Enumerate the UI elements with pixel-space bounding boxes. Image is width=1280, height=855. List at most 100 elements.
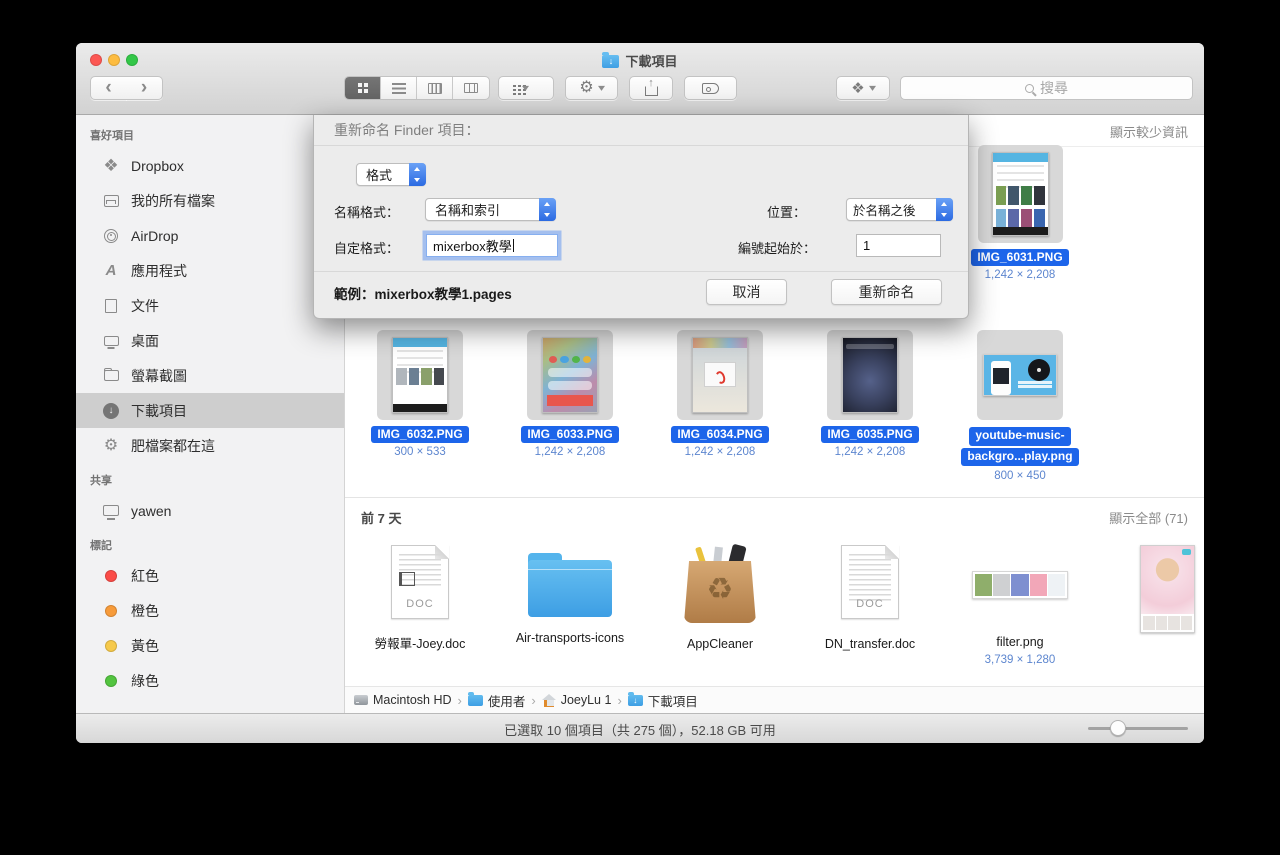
thumbnail-img-6035 [842, 337, 898, 413]
file-item-img-6032[interactable]: IMG_6032.PNG 300 × 533 [345, 330, 495, 458]
downloads-glyph: ↓ [103, 403, 119, 419]
file-name-label: IMG_6034.PNG [671, 426, 768, 443]
file-item-youtube-music[interactable]: youtube-music- backgro...play.png 800 × … [945, 330, 1095, 482]
dialog-divider [314, 271, 968, 272]
sidebar-item-label: 應用程式 [131, 261, 187, 281]
forward-icon: › [141, 77, 147, 99]
path-item-downloads[interactable]: ↓ 下載項目 [628, 691, 698, 710]
thumbnail-selection-background [527, 330, 613, 420]
file-name-label: IMG_6035.PNG [821, 426, 918, 443]
file-name-label: Air-transports-icons [515, 629, 625, 647]
icon-size-slider[interactable] [1088, 727, 1188, 730]
downloads-folder-icon: ↓ [628, 695, 643, 706]
display-glyph [103, 505, 119, 516]
list-view-button[interactable] [381, 77, 417, 99]
start-number-input[interactable]: 1 [856, 234, 941, 257]
sidebar-item-airdrop[interactable]: AirDrop [76, 218, 344, 253]
thumbnail-selection-background [677, 330, 763, 420]
sidebar-item-screenshots[interactable]: 螢幕截圖 [76, 358, 344, 393]
file-name-label: IMG_6031.PNG [971, 249, 1068, 266]
file-item-air-transports-icons[interactable]: Air-transports-icons [495, 545, 645, 647]
chevron-down-icon: ▾ [869, 83, 876, 94]
cancel-button-label: 取消 [733, 282, 761, 302]
format-popup-value: 格式 [366, 165, 392, 184]
back-button[interactable]: ‹ [90, 76, 127, 100]
file-item-partial[interactable] [1140, 545, 1195, 633]
users-folder-icon [468, 695, 483, 706]
arrange-button[interactable]: ▾ [498, 76, 554, 100]
slider-knob[interactable] [1110, 720, 1126, 736]
sidebar-item-tag-red[interactable]: 紅色 [76, 558, 344, 593]
custom-format-input[interactable]: mixerbox教學 [426, 234, 558, 257]
sidebar-item-applications[interactable]: A 應用程式 [76, 253, 344, 288]
doc-badge: DOC [392, 598, 448, 610]
path-item-label: Macintosh HD [373, 693, 452, 707]
tag-icon [702, 83, 719, 94]
sidebar-item-tag-yellow[interactable]: 黃色 [76, 628, 344, 663]
file-item-dn-transfer-doc[interactable]: DOC DN_transfer.doc [795, 545, 945, 653]
gear-glyph: ⚙ [104, 438, 118, 454]
path-item-macintosh-hd[interactable]: Macintosh HD [354, 693, 452, 707]
coverflow-view-icon [464, 83, 478, 93]
icon-view-button[interactable] [345, 77, 381, 99]
thumbnail-filter-png [972, 571, 1068, 599]
file-name-label: IMG_6032.PNG [371, 426, 468, 443]
forward-button[interactable]: › [126, 76, 163, 100]
all-files-icon [102, 192, 120, 210]
file-dimensions: 300 × 533 [345, 446, 495, 458]
rename-button[interactable]: 重新命名 [831, 279, 942, 305]
path-separator-icon: › [617, 693, 621, 708]
path-item-users[interactable]: 使用者 [468, 691, 526, 710]
chevron-down-icon: ▾ [598, 83, 605, 94]
screenshot-art [843, 338, 897, 412]
sidebar-item-desktop[interactable]: 桌面 [76, 323, 344, 358]
thumbnail-img-6032 [392, 337, 448, 413]
thumbnail-img-6033 [542, 337, 598, 413]
file-name-label-line2: backgro...play.png [961, 448, 1078, 467]
file-item-img-6034[interactable]: IMG_6034.PNG 1,242 × 2,208 [645, 330, 795, 458]
thumbnail-youtube-music [983, 354, 1057, 396]
edit-tags-button[interactable] [684, 76, 737, 100]
sidebar-item-tag-green[interactable]: 綠色 [76, 663, 344, 698]
sidebar-item-fat-files[interactable]: ⚙ 肥檔案都在這 [76, 428, 344, 463]
orange-dot [105, 605, 117, 617]
sidebar-item-all-files[interactable]: 我的所有檔案 [76, 183, 344, 218]
position-popup[interactable]: 於名稱之後 [846, 198, 953, 221]
format-popup[interactable]: 格式 [356, 163, 426, 186]
file-item-appcleaner[interactable]: ♻ AppCleaner [645, 545, 795, 653]
sidebar-item-dropbox[interactable]: ❖ Dropbox [76, 148, 344, 183]
sidebar-item-label: 橙色 [131, 601, 159, 621]
smart-folder-gear-icon: ⚙ [102, 437, 120, 455]
file-item-img-6033[interactable]: IMG_6033.PNG 1,242 × 2,208 [495, 330, 645, 458]
grid-view-icon [358, 83, 362, 87]
file-name-label: DN_transfer.doc [795, 635, 945, 653]
sidebar-item-documents[interactable]: 文件 [76, 288, 344, 323]
sidebar-item-tag-orange[interactable]: 橙色 [76, 593, 344, 628]
file-item-laobaodan-doc[interactable]: DOC 勞報單-Joey.doc [345, 545, 495, 653]
file-item-filter-png[interactable]: filter.png 3,739 × 1,280 [945, 545, 1095, 666]
search-input[interactable]: 搜尋 [900, 76, 1193, 100]
show-all-link[interactable]: 顯示全部 (71) [1109, 508, 1188, 527]
section-title-last7days: 前 7 天 [361, 508, 401, 527]
show-less-info-link[interactable]: 顯示較少資訊 [1110, 122, 1188, 141]
rename-button-label: 重新命名 [859, 282, 915, 302]
position-label: 位置： [767, 202, 806, 221]
path-item-joeylu1[interactable]: JoeyLu 1 [542, 693, 612, 707]
airdrop-icon [102, 227, 120, 245]
path-bar: Macintosh HD › 使用者 › JoeyLu 1 › ↓ 下載項目 [345, 686, 1204, 713]
action-button[interactable]: ⚙ ▾ [565, 76, 618, 100]
coverflow-view-button[interactable] [453, 77, 489, 99]
dropbox-toolbar-button[interactable]: ❖ ▾ [836, 76, 890, 100]
sidebar-item-yawen[interactable]: yawen [76, 493, 344, 528]
path-separator-icon: › [458, 693, 462, 708]
green-tag-icon [102, 672, 120, 690]
dialog-title: 重新命名 Finder 項目： [314, 115, 968, 146]
rename-finder-items-dialog: 重新命名 Finder 項目： 格式 名稱格式： 名稱和索引 位置： 於名稱之後… [313, 115, 969, 319]
share-button[interactable]: ↑ [629, 76, 673, 100]
name-format-popup[interactable]: 名稱和索引 [425, 198, 556, 221]
file-item-img-6035[interactable]: IMG_6035.PNG 1,242 × 2,208 [795, 330, 945, 458]
cancel-button[interactable]: 取消 [706, 279, 787, 305]
popup-stepper-icon [539, 198, 556, 221]
sidebar-item-downloads[interactable]: ↓ 下載項目 [76, 393, 344, 428]
column-view-button[interactable] [417, 77, 453, 99]
